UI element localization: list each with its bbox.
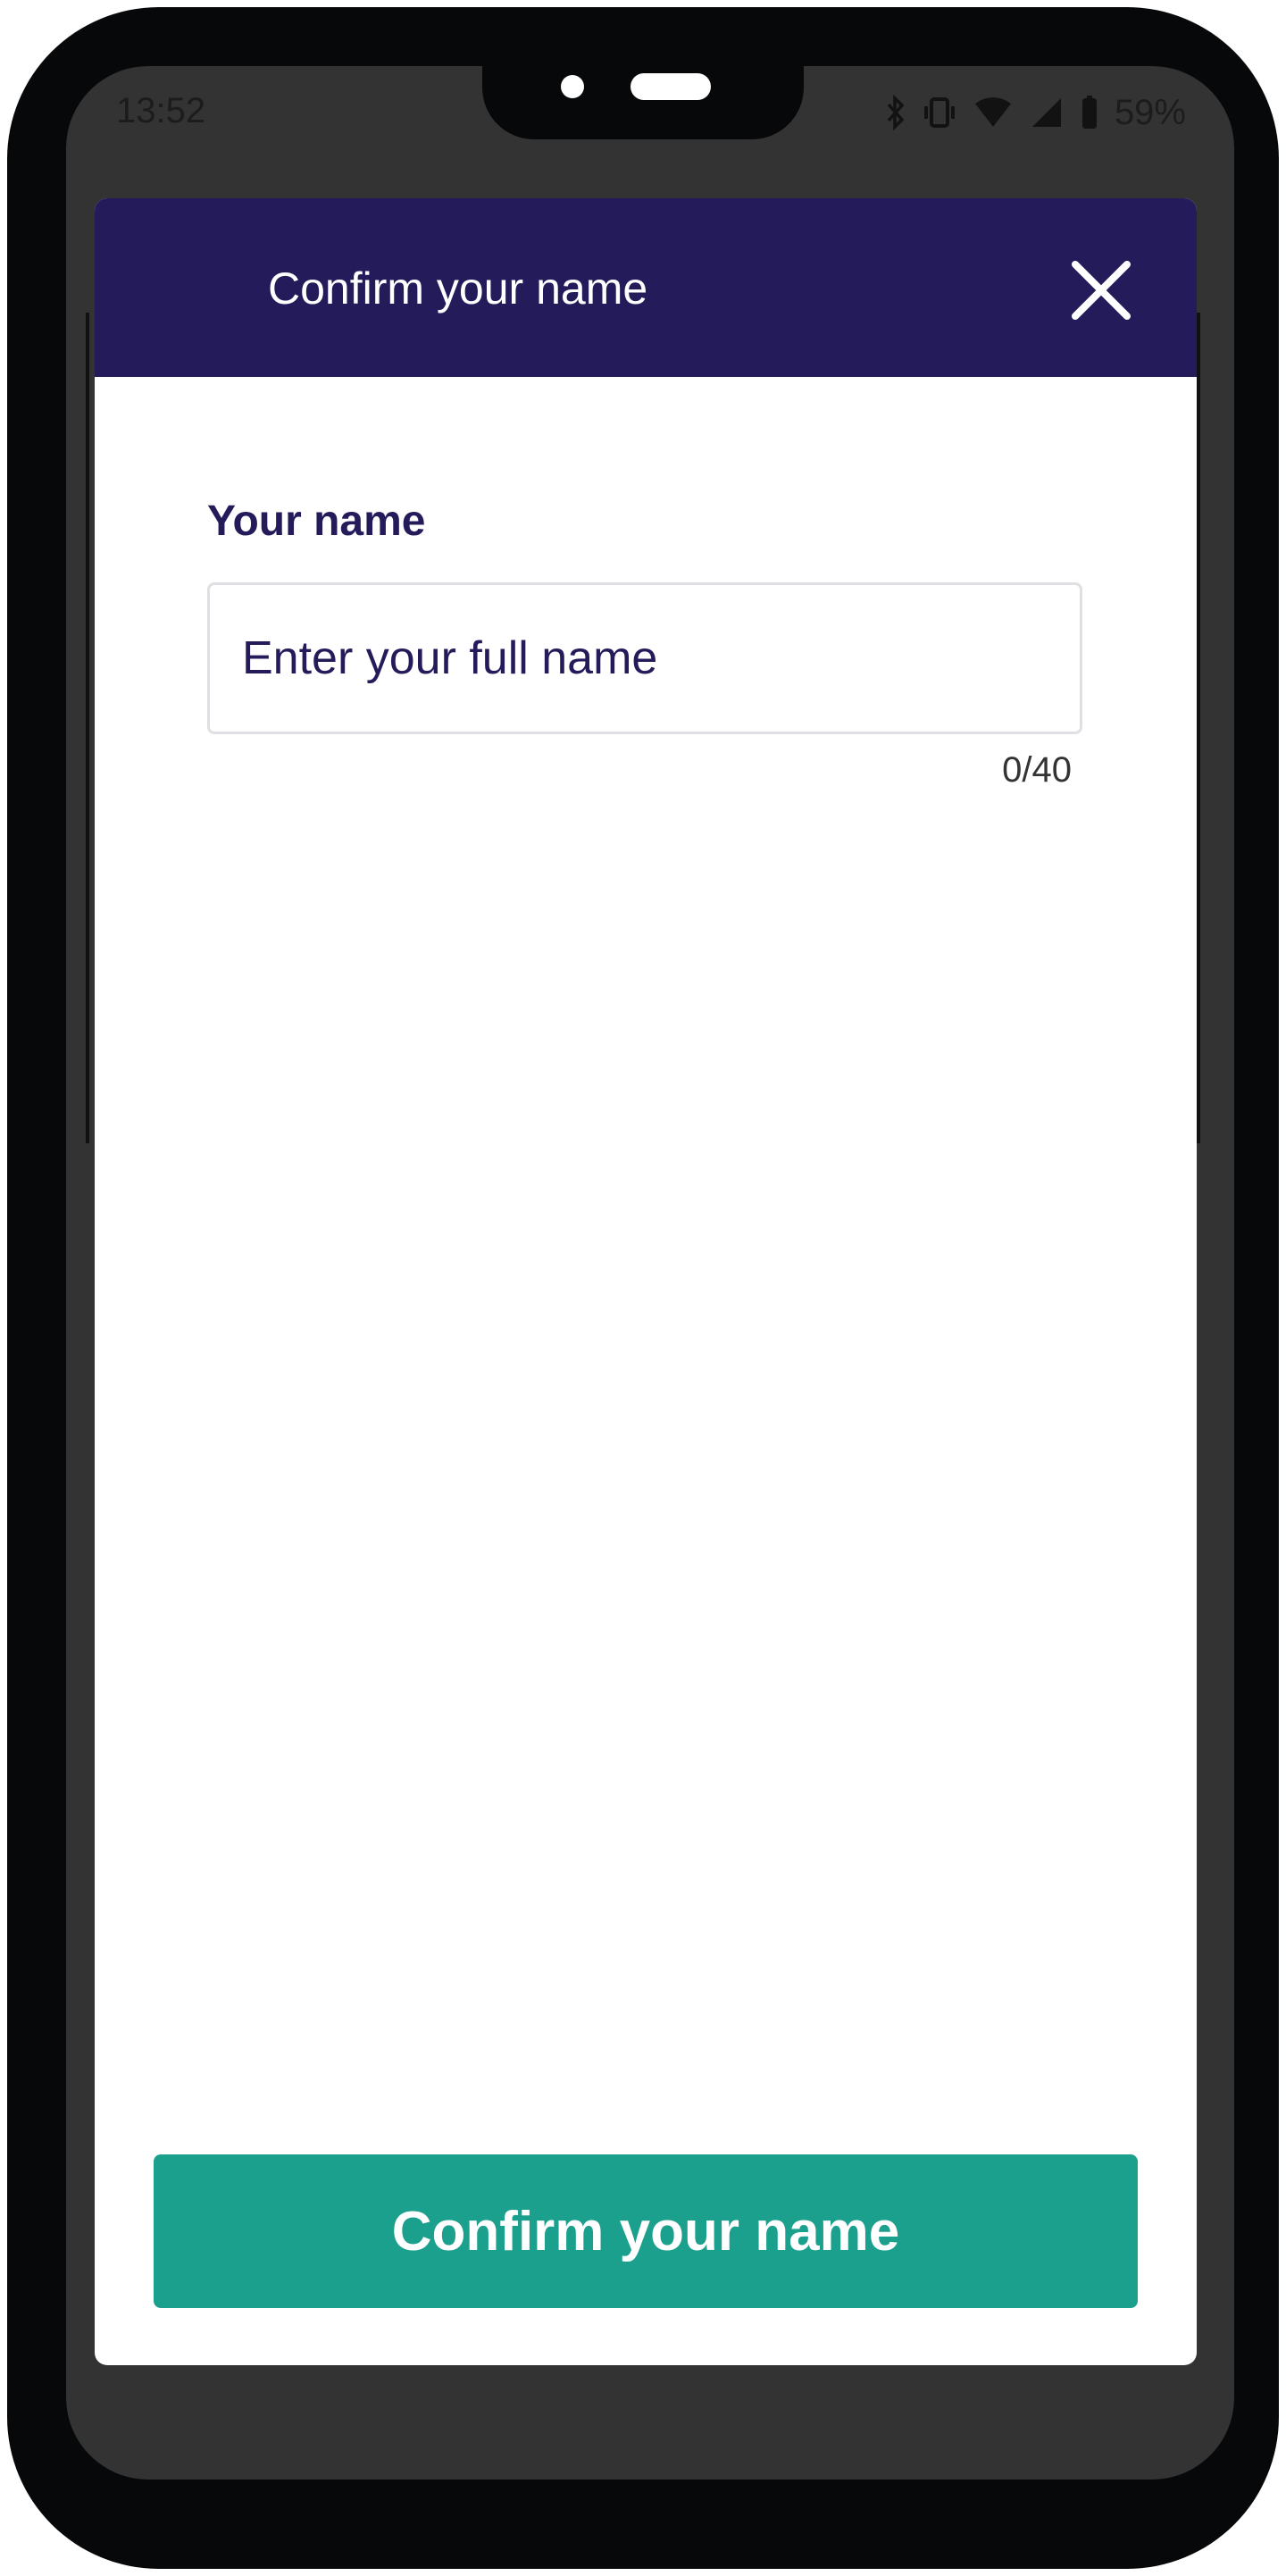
status-time: 13:52 xyxy=(116,91,206,130)
speaker-icon xyxy=(630,73,711,100)
close-icon xyxy=(1072,261,1131,320)
name-input[interactable] xyxy=(207,582,1082,734)
battery-percent: 59% xyxy=(1114,92,1186,132)
character-counter: 0/40 xyxy=(1002,750,1072,790)
status-icons: 59% xyxy=(886,88,1186,138)
signal-icon xyxy=(1029,95,1065,130)
battery-icon xyxy=(1081,95,1098,130)
close-button[interactable] xyxy=(1061,250,1141,330)
vibrate-icon xyxy=(922,95,957,130)
divider xyxy=(86,313,89,1143)
confirm-name-button[interactable]: Confirm your name xyxy=(154,2154,1138,2308)
divider xyxy=(1197,313,1200,1143)
device-notch xyxy=(482,59,804,139)
wifi-icon xyxy=(973,95,1013,130)
bluetooth-icon xyxy=(886,95,906,130)
camera-icon xyxy=(561,75,584,98)
name-field-label: Your name xyxy=(207,498,426,545)
dialog-header: Confirm your name xyxy=(95,198,1197,377)
confirm-name-dialog: Confirm your name Your name 0/40 Confirm… xyxy=(95,198,1197,2365)
dialog-title: Confirm your name xyxy=(268,263,648,314)
